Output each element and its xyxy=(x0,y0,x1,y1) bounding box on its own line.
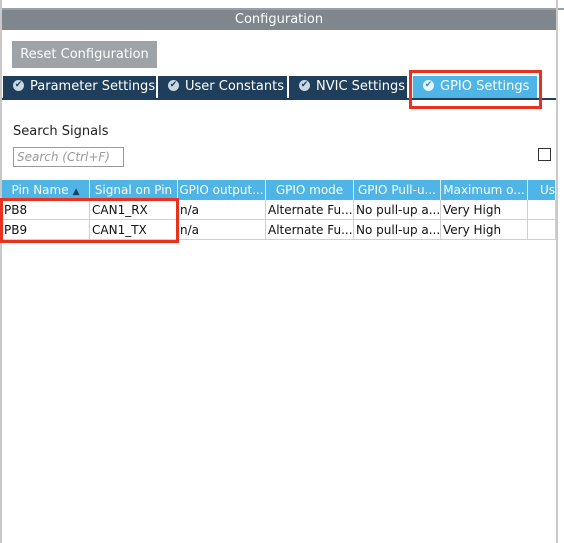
column-header-gpio-output[interactable]: GPIO output... xyxy=(178,180,266,200)
cell-user-label xyxy=(528,220,556,240)
column-header-pin-name[interactable]: Pin Name ▲ xyxy=(2,180,90,200)
cell-gpio-pull: No pull-up a... xyxy=(354,200,441,220)
cell-maximum-output: Very High xyxy=(441,220,528,240)
right-border xyxy=(556,0,558,543)
cell-maximum-output: Very High xyxy=(441,200,528,220)
check-circle-icon: ✔ xyxy=(299,80,310,91)
cell-gpio-output: n/a xyxy=(178,220,266,240)
cell-gpio-mode: Alternate Fu... xyxy=(266,200,354,220)
cell-user-label xyxy=(528,200,556,220)
column-header-gpio-mode[interactable]: GPIO mode xyxy=(266,180,354,200)
cell-gpio-pull: No pull-up a... xyxy=(354,220,441,240)
column-header-user-label[interactable]: Us xyxy=(528,180,556,200)
search-input[interactable] xyxy=(13,147,124,167)
check-circle-icon: ✔ xyxy=(13,80,24,91)
column-header-gpio-pull[interactable]: GPIO Pull-u... xyxy=(354,180,441,200)
highlight-box-pin-signal xyxy=(0,198,179,243)
configuration-header: Configuration xyxy=(2,10,556,30)
tab-label: NVIC Settings xyxy=(316,79,405,94)
highlight-box-gpio-tab xyxy=(409,70,542,109)
tab-user-constants[interactable]: ✔ User Constants xyxy=(158,76,287,98)
tab-nvic-settings[interactable]: ✔ NVIC Settings xyxy=(289,76,407,98)
cell-gpio-output: n/a xyxy=(178,200,266,220)
column-header-label: Pin Name xyxy=(11,183,69,197)
reset-configuration-button[interactable]: Reset Configuration xyxy=(12,41,157,68)
column-header-maximum-output[interactable]: Maximum o... xyxy=(441,180,528,200)
table-header: Pin Name ▲ Signal on Pin GPIO output... G… xyxy=(2,180,556,200)
search-signals-label: Search Signals xyxy=(13,124,109,139)
tab-label: User Constants xyxy=(185,79,284,94)
show-all-checkbox[interactable] xyxy=(538,148,551,161)
cell-gpio-mode: Alternate Fu... xyxy=(266,220,354,240)
sort-ascending-icon: ▲ xyxy=(72,187,80,197)
check-circle-icon: ✔ xyxy=(168,80,179,91)
column-header-signal-on-pin[interactable]: Signal on Pin xyxy=(90,180,178,200)
tab-label: Parameter Settings xyxy=(30,79,156,94)
tab-parameter-settings[interactable]: ✔ Parameter Settings xyxy=(3,76,156,98)
